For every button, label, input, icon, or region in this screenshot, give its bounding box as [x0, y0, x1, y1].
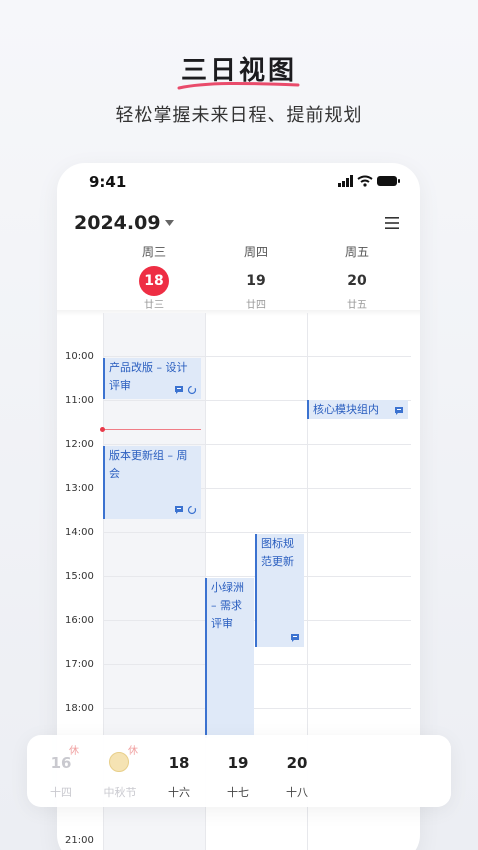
date-item[interactable]: 休 16 十四 — [31, 735, 91, 807]
date-item[interactable]: 20 十八 — [267, 735, 327, 807]
day-number-today: 18 — [139, 266, 169, 296]
event-card[interactable]: 产品改版 – 设计评审 — [103, 358, 201, 399]
hour-label: 15:00 — [65, 571, 94, 582]
hero-banner: 三日视图 轻松掌握未来日程、提前规划 — [0, 0, 478, 150]
menu-icon[interactable] — [384, 215, 400, 231]
event-card[interactable]: 核心模块组内 — [307, 400, 408, 419]
date-number: 19 — [227, 754, 249, 772]
day-header-thu[interactable]: 周四 19 廿四 — [206, 243, 306, 311]
hero-subtitle: 轻松掌握未来日程、提前规划 — [115, 105, 363, 126]
date-lunar: 十七 — [227, 786, 249, 799]
note-icon — [291, 634, 299, 642]
day-weekday: 周三 — [141, 245, 166, 259]
hour-label: 14:00 — [65, 527, 94, 538]
holiday-badge: 休 — [128, 746, 138, 757]
status-icons — [338, 175, 400, 187]
hero-underline-decoration — [177, 81, 300, 90]
hour-label: 18:00 — [65, 703, 94, 714]
date-lunar: 十四 — [50, 786, 72, 799]
hour-label: 10:00 — [65, 351, 94, 362]
date-item[interactable]: 18 十六 — [149, 735, 209, 807]
date-lunar: 十六 — [168, 786, 190, 799]
day-lunar: 廿四 — [246, 300, 266, 311]
date-strip: 休 16 十四 休 中秋节 18 十六 19 十七 20 十八 — [27, 735, 451, 807]
note-icon — [175, 506, 183, 514]
wifi-icon — [357, 175, 373, 187]
event-card[interactable]: 图标规范更新 — [255, 534, 304, 647]
day-weekday: 周五 — [344, 245, 369, 259]
hour-gridline — [103, 532, 411, 533]
repeat-icon — [187, 385, 197, 395]
hour-label: 13:00 — [65, 483, 94, 494]
date-number: 18 — [168, 754, 190, 772]
day-header-wed[interactable]: 周三 18 廿三 — [104, 243, 204, 311]
battery-icon — [377, 176, 400, 186]
date-item-festival[interactable]: 休 中秋节 — [90, 735, 150, 807]
moon-icon — [109, 752, 129, 772]
hour-label: 21:00 — [65, 835, 94, 846]
hour-gridline — [103, 356, 411, 357]
date-item[interactable]: 19 十七 — [208, 735, 268, 807]
status-time: 9:41 — [89, 173, 127, 191]
event-title: 版本更新组 – 周会 — [109, 449, 188, 480]
hour-label: 12:00 — [65, 439, 94, 450]
chevron-down-icon[interactable] — [165, 220, 174, 226]
event-title: 图标规范更新 — [261, 537, 294, 568]
signal-icon — [338, 175, 353, 187]
event-card[interactable]: 版本更新组 – 周会 — [103, 446, 201, 519]
hour-label: 11:00 — [65, 395, 94, 406]
hour-gridline — [103, 664, 411, 665]
event-title: 核心模块组内 — [313, 403, 379, 416]
date-number: 20 — [286, 754, 308, 772]
day-lunar: 廿五 — [347, 300, 367, 311]
festival-name: 中秋节 — [103, 786, 137, 799]
repeat-icon — [187, 505, 197, 515]
date-number: 16 — [50, 754, 72, 772]
day-lunar: 廿三 — [144, 300, 164, 311]
strip-fade-overlay — [341, 735, 451, 807]
hour-gridline — [103, 708, 411, 709]
current-time-line — [103, 429, 201, 430]
month-selector[interactable]: 2024.09 — [74, 212, 161, 234]
day-number: 20 — [347, 273, 367, 289]
day-weekday: 周四 — [243, 245, 268, 259]
hour-label: 16:00 — [65, 615, 94, 626]
note-icon — [395, 407, 403, 415]
note-icon — [175, 386, 183, 394]
event-card[interactable]: 小绿洲 – 需求评审 — [205, 578, 254, 738]
hour-gridline — [103, 444, 411, 445]
date-lunar: 十八 — [286, 786, 308, 799]
current-time-dot — [100, 427, 105, 432]
day-number: 19 — [246, 273, 266, 289]
day-header-fri[interactable]: 周五 20 廿五 — [307, 243, 407, 311]
event-title: 小绿洲 – 需求评审 — [211, 581, 244, 630]
hour-label: 17:00 — [65, 659, 94, 670]
